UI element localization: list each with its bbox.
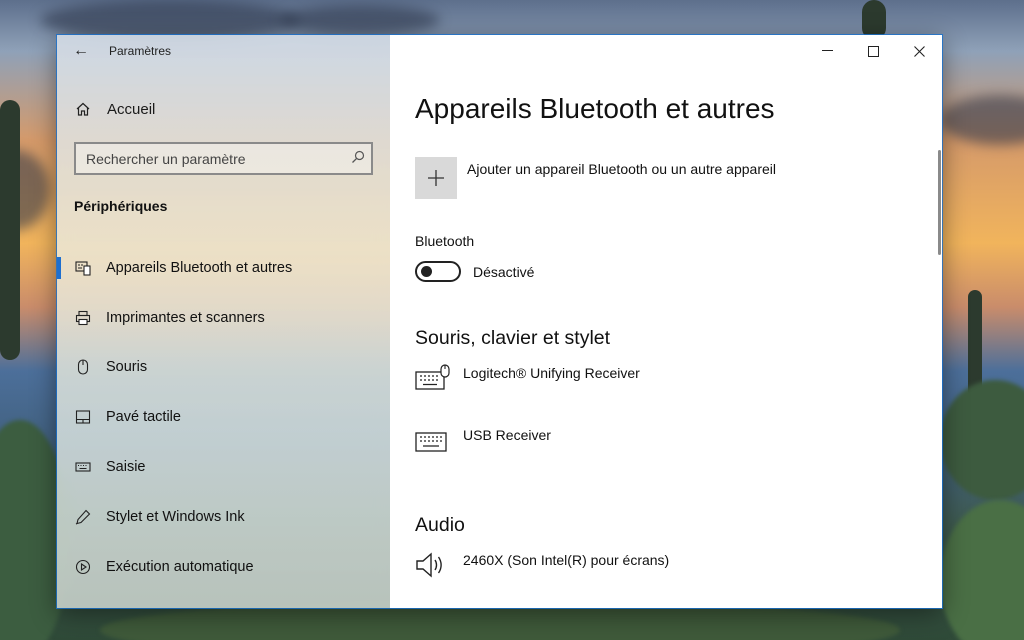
mouse-icon [75,359,91,376]
back-button[interactable]: ← [57,35,105,67]
home-label: Accueil [107,100,156,118]
sidebar: ← Paramètres Accueil Rechercher un param… [57,35,390,608]
add-device-label: Ajouter un appareil Bluetooth ou un autr… [467,161,776,177]
autoplay-icon [75,559,91,575]
sidebar-item-label: Stylet et Windows Ink [106,508,245,525]
pen-icon [75,509,91,525]
sidebar-item-touchpad[interactable]: Pavé tactile [57,392,390,442]
bluetooth-devices-icon [75,260,91,276]
keyboard-icon [75,459,91,475]
maximize-button[interactable] [850,35,896,67]
toggle-knob [421,266,432,277]
bluetooth-state: Désactivé [473,263,535,280]
sidebar-item-label: Exécution automatique [106,558,254,575]
device-name: Logitech® Unifying Receiver [463,365,640,381]
settings-window: ← Paramètres Accueil Rechercher un param… [57,35,942,608]
scrollbar[interactable] [938,150,941,255]
title-bar: ← Paramètres [57,35,390,67]
device-item[interactable]: USB Receiver [415,425,551,455]
sidebar-nav: Appareils Bluetooth et autres Imprimante… [57,243,390,592]
minimize-icon [821,50,833,51]
page-title: Appareils Bluetooth et autres [415,93,775,124]
sidebar-item-label: Appareils Bluetooth et autres [106,259,293,276]
touchpad-icon [75,409,91,425]
bluetooth-toggle-row: Désactivé [415,261,534,282]
device-item[interactable]: Logitech® Unifying Receiver [415,363,640,393]
section-title: Périphériques [74,198,168,214]
mouse-section-title: Souris, clavier et stylet [415,327,611,349]
sidebar-item-pen[interactable]: Stylet et Windows Ink [57,492,390,542]
device-name: USB Receiver [463,427,551,443]
sidebar-item-printers[interactable]: Imprimantes et scanners [57,293,390,343]
back-arrow-icon: ← [73,42,89,59]
bluetooth-toggle[interactable] [415,261,461,282]
sidebar-item-bluetooth[interactable]: Appareils Bluetooth et autres [57,243,390,293]
printer-icon [75,310,91,326]
keyboard-mouse-icon [415,363,451,393]
close-icon [913,45,925,57]
window-controls [804,35,942,67]
sidebar-item-label: Pavé tactile [106,409,181,426]
sidebar-item-autoplay[interactable]: Exécution automatique [57,542,390,592]
home-icon [75,101,91,117]
keyboard-icon [415,425,451,455]
device-item[interactable]: 2460X (Son Intel(R) pour écrans) [415,550,669,580]
speaker-icon [415,550,451,580]
minimize-button[interactable] [804,35,850,67]
sidebar-item-label: Imprimantes et scanners [106,309,265,326]
main-content: Appareils Bluetooth et autres Ajouter un… [390,35,942,608]
plus-icon [415,157,457,199]
device-name: 2460X (Son Intel(R) pour écrans) [463,552,670,568]
sidebar-item-mouse[interactable]: Souris [57,343,390,393]
add-device-button[interactable]: Ajouter un appareil Bluetooth ou un autr… [415,157,776,199]
bluetooth-label: Bluetooth [415,233,475,249]
home-link[interactable]: Accueil [57,93,390,125]
sidebar-item-label: Souris [106,359,148,376]
search-input[interactable]: Rechercher un paramètre [74,142,373,175]
sidebar-item-typing[interactable]: Saisie [57,442,390,492]
sidebar-item-label: Saisie [106,459,146,476]
maximize-icon [867,45,879,57]
app-title: Paramètres [109,44,172,58]
close-button[interactable] [896,35,942,67]
search-icon[interactable] [345,150,371,167]
search-placeholder: Rechercher un paramètre [86,150,246,167]
audio-section-title: Audio [415,514,465,536]
